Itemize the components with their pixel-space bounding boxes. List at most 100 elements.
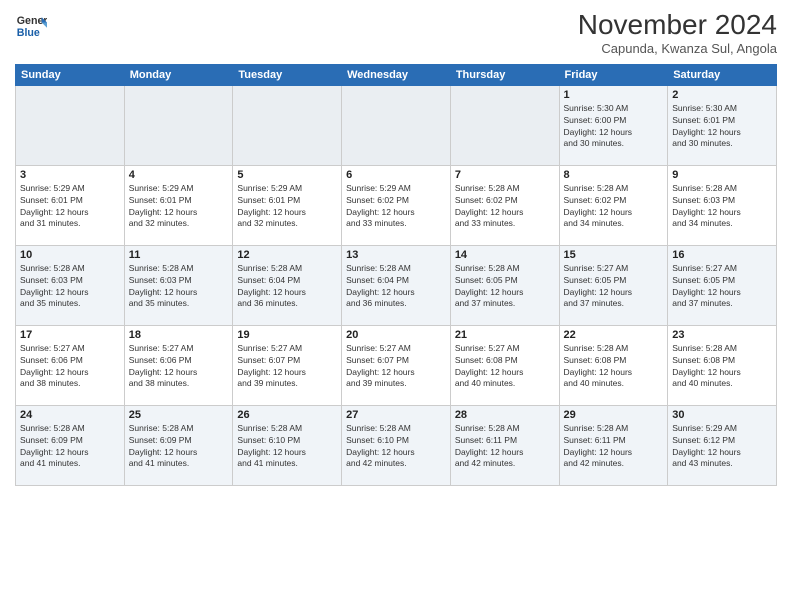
col-wednesday: Wednesday <box>342 64 451 85</box>
subtitle: Capunda, Kwanza Sul, Angola <box>578 41 777 56</box>
day-number: 24 <box>20 409 120 421</box>
table-row <box>450 85 559 165</box>
table-row: 1Sunrise: 5:30 AM Sunset: 6:00 PM Daylig… <box>559 85 668 165</box>
table-row: 29Sunrise: 5:28 AM Sunset: 6:11 PM Dayli… <box>559 405 668 485</box>
day-number: 3 <box>20 169 120 181</box>
day-number: 18 <box>129 329 229 341</box>
calendar-header-row: Sunday Monday Tuesday Wednesday Thursday… <box>16 64 777 85</box>
col-thursday: Thursday <box>450 64 559 85</box>
table-row: 6 Sunrise: 5:29 AM Sunset: 6:02 PM Daylig… <box>342 165 451 245</box>
day-info: Sunrise: 5:28 AM Sunset: 6:05 PM Dayligh… <box>455 263 555 311</box>
calendar-week-row: 1Sunrise: 5:30 AM Sunset: 6:00 PM Daylig… <box>16 85 777 165</box>
logo-icon: General Blue <box>15 10 47 42</box>
table-row: 11Sunrise: 5:28 AM Sunset: 6:03 PM Dayli… <box>124 245 233 325</box>
day-number: 23 <box>672 329 772 341</box>
table-row: 28Sunrise: 5:28 AM Sunset: 6:11 PM Dayli… <box>450 405 559 485</box>
day-info: Sunrise: 5:27 AM Sunset: 6:07 PM Dayligh… <box>237 343 337 391</box>
day-number: 29 <box>564 409 664 421</box>
day-number: 14 <box>455 249 555 261</box>
table-row: 10Sunrise: 5:28 AM Sunset: 6:03 PM Dayli… <box>16 245 125 325</box>
table-row <box>342 85 451 165</box>
calendar: Sunday Monday Tuesday Wednesday Thursday… <box>15 64 777 486</box>
day-info: Sunrise: 5:28 AM Sunset: 6:08 PM Dayligh… <box>564 343 664 391</box>
day-info: Sunrise: 5:27 AM Sunset: 6:07 PM Dayligh… <box>346 343 446 391</box>
col-monday: Monday <box>124 64 233 85</box>
main-title: November 2024 <box>578 10 777 41</box>
col-tuesday: Tuesday <box>233 64 342 85</box>
table-row: 20 Sunrise: 5:27 AM Sunset: 6:07 PM Dayli… <box>342 325 451 405</box>
day-info: Sunrise: 5:27 AM Sunset: 6:08 PM Dayligh… <box>455 343 555 391</box>
day-info: Sunrise: 5:29 AM Sunset: 6:01 PM Dayligh… <box>20 183 120 231</box>
day-info: Sunrise: 5:29 AM Sunset: 6:01 PM Dayligh… <box>129 183 229 231</box>
day-info: Sunrise: 5:30 AM Sunset: 6:01 PM Dayligh… <box>672 103 772 151</box>
day-info: Sunrise: 5:29 AM Sunset: 6:12 PM Dayligh… <box>672 423 772 471</box>
day-info: Sunrise: 5:28 AM Sunset: 6:03 PM Dayligh… <box>20 263 120 311</box>
day-number: 26 <box>237 409 337 421</box>
day-info: Sunrise: 5:28 AM Sunset: 6:09 PM Dayligh… <box>129 423 229 471</box>
day-number: 13 <box>346 249 446 261</box>
col-saturday: Saturday <box>668 64 777 85</box>
table-row: 7Sunrise: 5:28 AM Sunset: 6:02 PM Daylig… <box>450 165 559 245</box>
day-number: 30 <box>672 409 772 421</box>
day-number: 12 <box>237 249 337 261</box>
calendar-week-row: 24 Sunrise: 5:28 AM Sunset: 6:09 PM Dayli… <box>16 405 777 485</box>
table-row <box>233 85 342 165</box>
day-info: Sunrise: 5:28 AM Sunset: 6:03 PM Dayligh… <box>672 183 772 231</box>
day-info: Sunrise: 5:28 AM Sunset: 6:02 PM Dayligh… <box>564 183 664 231</box>
calendar-week-row: 10Sunrise: 5:28 AM Sunset: 6:03 PM Dayli… <box>16 245 777 325</box>
day-number: 16 <box>672 249 772 261</box>
day-info: Sunrise: 5:28 AM Sunset: 6:04 PM Dayligh… <box>237 263 337 311</box>
table-row: 16 Sunrise: 5:27 AM Sunset: 6:05 PM Dayli… <box>668 245 777 325</box>
table-row: 8 Sunrise: 5:28 AM Sunset: 6:02 PM Daylig… <box>559 165 668 245</box>
table-row <box>16 85 125 165</box>
table-row: 14 Sunrise: 5:28 AM Sunset: 6:05 PM Dayli… <box>450 245 559 325</box>
day-info: Sunrise: 5:27 AM Sunset: 6:05 PM Dayligh… <box>564 263 664 311</box>
day-number: 22 <box>564 329 664 341</box>
day-number: 20 <box>346 329 446 341</box>
day-number: 15 <box>564 249 664 261</box>
day-number: 28 <box>455 409 555 421</box>
table-row: 9 Sunrise: 5:28 AM Sunset: 6:03 PM Daylig… <box>668 165 777 245</box>
day-info: Sunrise: 5:28 AM Sunset: 6:10 PM Dayligh… <box>346 423 446 471</box>
col-sunday: Sunday <box>16 64 125 85</box>
day-number: 2 <box>672 89 772 101</box>
day-number: 21 <box>455 329 555 341</box>
table-row: 12 Sunrise: 5:28 AM Sunset: 6:04 PM Dayli… <box>233 245 342 325</box>
table-row: 2 Sunrise: 5:30 AM Sunset: 6:01 PM Daylig… <box>668 85 777 165</box>
svg-text:Blue: Blue <box>17 27 40 39</box>
table-row: 30 Sunrise: 5:29 AM Sunset: 6:12 PM Dayli… <box>668 405 777 485</box>
table-row: 27 Sunrise: 5:28 AM Sunset: 6:10 PM Dayli… <box>342 405 451 485</box>
day-info: Sunrise: 5:27 AM Sunset: 6:06 PM Dayligh… <box>20 343 120 391</box>
table-row: 24Sunrise: 5:28 AM Sunset: 6:09 PM Dayli… <box>16 405 125 485</box>
day-info: Sunrise: 5:30 AM Sunset: 6:00 PM Dayligh… <box>564 103 664 151</box>
table-row: 18Sunrise: 5:27 AM Sunset: 6:06 PM Dayli… <box>124 325 233 405</box>
col-friday: Friday <box>559 64 668 85</box>
day-info: Sunrise: 5:28 AM Sunset: 6:10 PM Dayligh… <box>237 423 337 471</box>
day-info: Sunrise: 5:29 AM Sunset: 6:02 PM Dayligh… <box>346 183 446 231</box>
day-info: Sunrise: 5:29 AM Sunset: 6:01 PM Dayligh… <box>237 183 337 231</box>
table-row: 23 Sunrise: 5:28 AM Sunset: 6:08 PM Dayli… <box>668 325 777 405</box>
table-row <box>124 85 233 165</box>
day-number: 4 <box>129 169 229 181</box>
header: General Blue November 2024 Capunda, Kwan… <box>15 10 777 56</box>
table-row: 15 Sunrise: 5:27 AM Sunset: 6:05 PM Dayli… <box>559 245 668 325</box>
day-number: 17 <box>20 329 120 341</box>
day-info: Sunrise: 5:28 AM Sunset: 6:02 PM Dayligh… <box>455 183 555 231</box>
page: General Blue November 2024 Capunda, Kwan… <box>0 0 792 612</box>
day-number: 8 <box>564 169 664 181</box>
table-row: 19 Sunrise: 5:27 AM Sunset: 6:07 PM Dayli… <box>233 325 342 405</box>
table-row: 3 Sunrise: 5:29 AM Sunset: 6:01 PM Daylig… <box>16 165 125 245</box>
day-number: 6 <box>346 169 446 181</box>
logo: General Blue <box>15 10 47 42</box>
day-number: 27 <box>346 409 446 421</box>
table-row: 5Sunrise: 5:29 AM Sunset: 6:01 PM Daylig… <box>233 165 342 245</box>
table-row: 25Sunrise: 5:28 AM Sunset: 6:09 PM Dayli… <box>124 405 233 485</box>
day-number: 11 <box>129 249 229 261</box>
calendar-week-row: 17 Sunrise: 5:27 AM Sunset: 6:06 PM Dayli… <box>16 325 777 405</box>
day-info: Sunrise: 5:28 AM Sunset: 6:08 PM Dayligh… <box>672 343 772 391</box>
table-row: 17 Sunrise: 5:27 AM Sunset: 6:06 PM Dayli… <box>16 325 125 405</box>
table-row: 21 Sunrise: 5:27 AM Sunset: 6:08 PM Dayli… <box>450 325 559 405</box>
day-number: 19 <box>237 329 337 341</box>
day-number: 9 <box>672 169 772 181</box>
day-info: Sunrise: 5:27 AM Sunset: 6:05 PM Dayligh… <box>672 263 772 311</box>
